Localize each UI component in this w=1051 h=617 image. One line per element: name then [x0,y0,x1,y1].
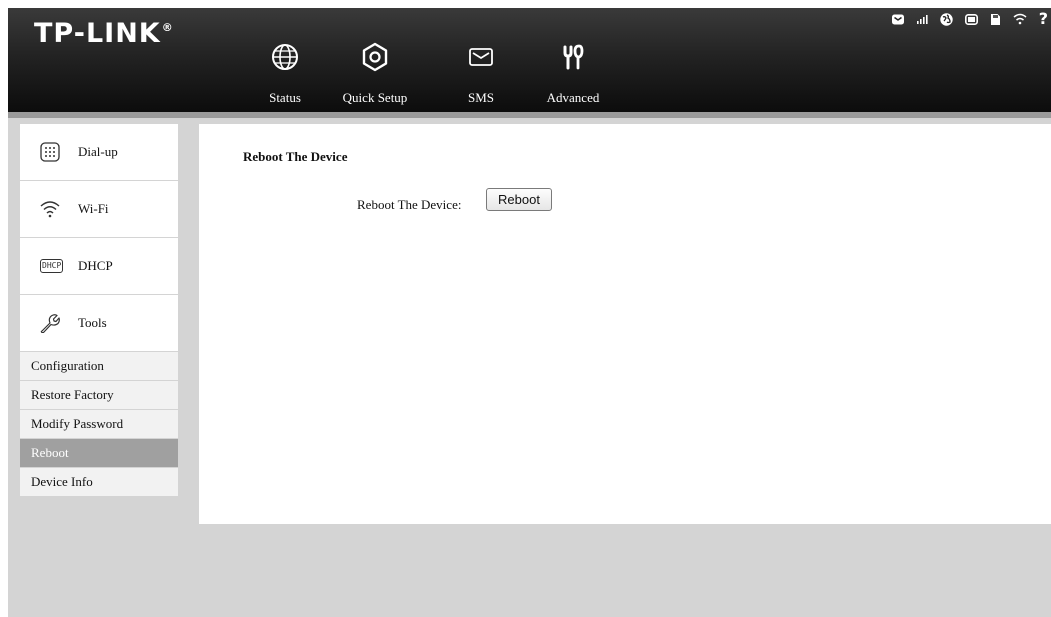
nav-status[interactable]: Status [240,38,330,112]
sidebar-item-label: Tools [78,315,107,330]
submenu-configuration[interactable]: Configuration [20,352,178,381]
submenu-reboot[interactable]: Reboot [20,439,178,468]
sidebar-item-label: Dial-up [78,144,118,159]
header-divider [8,112,1051,118]
help-icon[interactable]: ? [1039,11,1048,27]
gear-icon [330,42,420,72]
nav-advanced-label: Advanced [546,90,600,105]
nav-status-label: Status [269,90,301,105]
status-bar: ? [891,8,1051,30]
envelope-icon [436,42,526,72]
wifi-icon [40,197,68,221]
sidebar: Dial-up Wi-Fi DHCP DHCP Tools Configurat… [20,124,178,497]
nav-sms-label: SMS [467,90,495,105]
message-icon[interactable] [891,14,904,25]
app-frame: TP-LINK® Status Quick Setup SMS Advanced… [8,8,1051,617]
wrench-icon [40,311,68,335]
submenu-device-info[interactable]: Device Info [20,468,178,497]
nav-quick-setup[interactable]: Quick Setup [330,38,420,112]
nav-advanced[interactable]: Advanced [528,38,618,112]
wifi-icon [1013,13,1027,25]
sidebar-item-label: Wi-Fi [78,201,109,216]
reboot-label: Reboot The Device: [357,197,462,212]
nav-sms[interactable]: SMS [436,38,526,112]
sidebar-item-wifi[interactable]: Wi-Fi [20,181,178,238]
dialpad-icon [40,140,68,164]
submenu-modify-password[interactable]: Modify Password [20,410,178,439]
header: TP-LINK® Status Quick Setup SMS Advanced… [8,8,1051,112]
globe-icon [240,42,330,72]
sim-card-icon [990,13,1001,26]
signal-icon [916,14,928,25]
dhcp-icon-text: DHCP [40,259,64,273]
sidebar-item-label: DHCP [78,258,113,273]
brand-logo: TP-LINK® [34,18,174,49]
page-title: Reboot The Device [243,149,348,164]
logo-text: TP-LINK [34,18,161,49]
tools-icon [528,42,618,72]
dhcp-icon: DHCP [40,254,70,278]
help-text: ? [1038,9,1048,28]
main-panel: Reboot The Device Reboot The Device: Reb… [199,124,1051,524]
sidebar-item-dhcp[interactable]: DHCP DHCP [20,238,178,295]
battery-icon [964,13,978,25]
sidebar-item-dial-up[interactable]: Dial-up [20,124,178,181]
sidebar-item-tools[interactable]: Tools [20,295,178,352]
reboot-button[interactable]: Reboot [486,188,552,211]
internet-icon [940,12,953,26]
submenu-restore-factory[interactable]: Restore Factory [20,381,178,410]
nav-quick-setup-label: Quick Setup [342,90,408,105]
registered-mark: ® [161,21,174,34]
